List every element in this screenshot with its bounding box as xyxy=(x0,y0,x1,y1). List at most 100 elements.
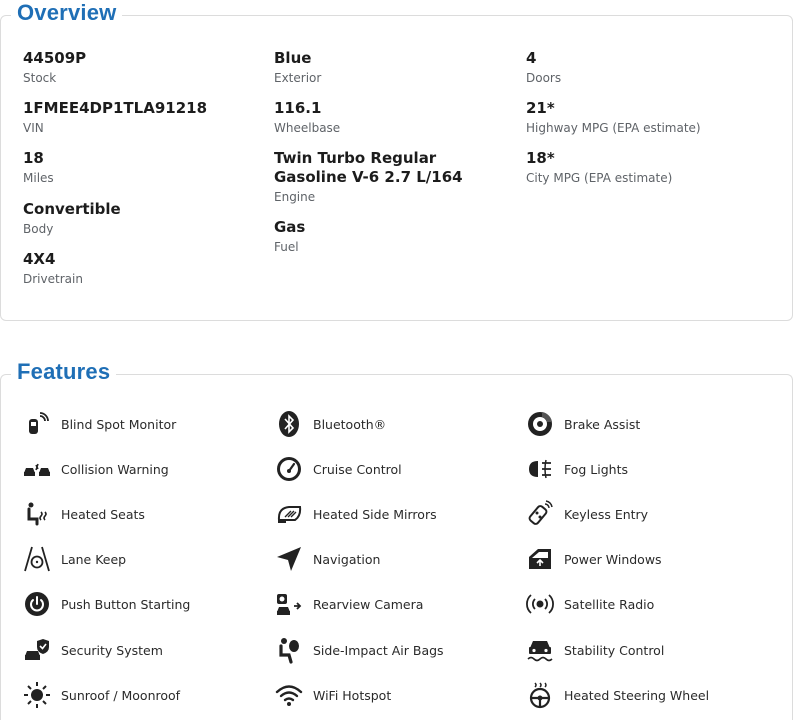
heated-mirror-icon xyxy=(275,500,303,528)
feature-heated-steering-wheel: Heated Steering Wheel xyxy=(526,678,766,712)
spec-value: Gas xyxy=(274,218,306,236)
spec-value: Convertible xyxy=(23,200,121,218)
power-window-icon xyxy=(526,545,554,573)
spec-label: Body xyxy=(23,222,54,236)
spec-label: Wheelbase xyxy=(274,121,341,135)
lane-keep-icon xyxy=(23,545,51,573)
key-fob-icon xyxy=(526,500,554,528)
feature-label: Lane Keep xyxy=(61,551,127,567)
spec-label: City MPG (EPA estimate) xyxy=(526,171,673,185)
spec-value: 44509P xyxy=(23,49,87,67)
spec-value: 4 xyxy=(526,49,537,67)
spec-miles: 18 Miles xyxy=(23,149,263,186)
fog-light-icon xyxy=(526,455,554,483)
spec-engine: Twin Turbo Regular Gasoline V-6 2.7 L/16… xyxy=(274,149,509,205)
spec-stock: 44509P Stock xyxy=(23,49,263,86)
feature-security-system: Security System xyxy=(23,633,263,667)
speedometer-icon xyxy=(275,455,303,483)
wifi-icon xyxy=(275,681,303,709)
spec-value: 116.1 xyxy=(274,99,322,117)
spec-value: 21* xyxy=(526,99,555,117)
feature-label: Heated Seats xyxy=(61,506,145,522)
feature-lane-keep: Lane Keep xyxy=(23,542,263,576)
feature-cruise-control: Cruise Control xyxy=(275,452,515,486)
feature-stability-control: Stability Control xyxy=(526,633,766,667)
feature-label: Rearview Camera xyxy=(313,596,424,612)
security-shield-icon xyxy=(23,636,51,664)
spec-exterior: Blue Exterior xyxy=(274,49,514,86)
feature-label: Sunroof / Moonroof xyxy=(61,687,181,703)
spec-value: 4X4 xyxy=(23,250,56,268)
feature-label: Side-Impact Air Bags xyxy=(313,642,444,658)
feature-label: Brake Assist xyxy=(564,416,641,432)
brake-disc-icon xyxy=(526,410,554,438)
spec-label: Drivetrain xyxy=(23,272,83,286)
feature-wifi-hotspot: WiFi Hotspot xyxy=(275,678,515,712)
feature-label: Blind Spot Monitor xyxy=(61,416,177,432)
heated-seat-icon xyxy=(23,500,51,528)
feature-satellite-radio: Satellite Radio xyxy=(526,587,766,621)
feature-side-impact-air-bags: Side-Impact Air Bags xyxy=(275,633,515,667)
features-title: Features xyxy=(11,359,117,385)
sun-icon xyxy=(23,681,51,709)
stability-control-icon xyxy=(526,636,554,664)
spec-highway-mpg: 21* Highway MPG (EPA estimate) xyxy=(526,99,766,136)
spec-value: Twin Turbo Regular Gasoline V-6 2.7 L/16… xyxy=(274,149,463,186)
spec-city-mpg: 18* City MPG (EPA estimate) xyxy=(526,149,766,186)
spec-label: Fuel xyxy=(274,240,299,254)
feature-rearview-camera: Rearview Camera xyxy=(275,587,515,621)
spec-value: 18* xyxy=(526,149,555,167)
spec-wheelbase: 116.1 Wheelbase xyxy=(274,99,514,136)
feature-push-button-starting: Push Button Starting xyxy=(23,587,263,621)
blind-spot-icon xyxy=(23,410,51,438)
feature-heated-side-mirrors: Heated Side Mirrors xyxy=(275,497,515,531)
spec-doors: 4 Doors xyxy=(526,49,766,86)
feature-label: Push Button Starting xyxy=(61,596,191,612)
spec-value: 18 xyxy=(23,149,44,167)
feature-navigation: Navigation xyxy=(275,542,515,576)
feature-label: Fog Lights xyxy=(564,461,629,477)
spec-label: Engine xyxy=(274,190,316,204)
spec-label: Exterior xyxy=(274,71,322,85)
power-button-icon xyxy=(23,590,51,618)
spec-label: Highway MPG (EPA estimate) xyxy=(526,121,701,135)
feature-label: Heated Steering Wheel xyxy=(564,687,710,703)
spec-label: Doors xyxy=(526,71,562,85)
feature-bluetooth: Bluetooth® xyxy=(275,407,515,441)
features-section: Features Blind Spot Monitor Collision Wa… xyxy=(0,359,793,720)
overview-section: Overview 44509P Stock 1FMEE4DP1TLA91218 … xyxy=(0,0,793,321)
spec-vin: 1FMEE4DP1TLA91218 VIN xyxy=(23,99,263,136)
overview-title: Overview xyxy=(11,0,123,26)
feature-collision-warning: Collision Warning xyxy=(23,452,263,486)
feature-label: Navigation xyxy=(313,551,381,567)
feature-label: Security System xyxy=(61,642,163,658)
feature-label: Stability Control xyxy=(564,642,665,658)
feature-label: Heated Side Mirrors xyxy=(313,506,437,522)
feature-label: Bluetooth® xyxy=(313,416,387,432)
feature-label: Satellite Radio xyxy=(564,596,655,612)
spec-label: VIN xyxy=(23,121,44,135)
feature-sunroof-moonroof: Sunroof / Moonroof xyxy=(23,678,263,712)
feature-label: Power Windows xyxy=(564,551,662,567)
spec-label: Miles xyxy=(23,171,54,185)
feature-power-windows: Power Windows xyxy=(526,542,766,576)
feature-heated-seats: Heated Seats xyxy=(23,497,263,531)
spec-drivetrain: 4X4 Drivetrain xyxy=(23,250,263,287)
collision-warning-icon xyxy=(23,455,51,483)
satellite-radio-icon xyxy=(526,590,554,618)
bluetooth-icon xyxy=(275,410,303,438)
rearview-camera-icon xyxy=(275,590,303,618)
feature-blind-spot-monitor: Blind Spot Monitor xyxy=(23,407,263,441)
feature-fog-lights: Fog Lights xyxy=(526,452,766,486)
spec-value: Blue xyxy=(274,49,312,67)
feature-brake-assist: Brake Assist xyxy=(526,407,766,441)
spec-label: Stock xyxy=(23,71,57,85)
feature-label: Collision Warning xyxy=(61,461,169,477)
navigation-arrow-icon xyxy=(275,545,303,573)
spec-value: 1FMEE4DP1TLA91218 xyxy=(23,99,208,117)
heated-steering-wheel-icon xyxy=(526,681,554,709)
feature-label: WiFi Hotspot xyxy=(313,687,392,703)
airbag-icon xyxy=(275,636,303,664)
feature-label: Cruise Control xyxy=(313,461,402,477)
feature-keyless-entry: Keyless Entry xyxy=(526,497,766,531)
